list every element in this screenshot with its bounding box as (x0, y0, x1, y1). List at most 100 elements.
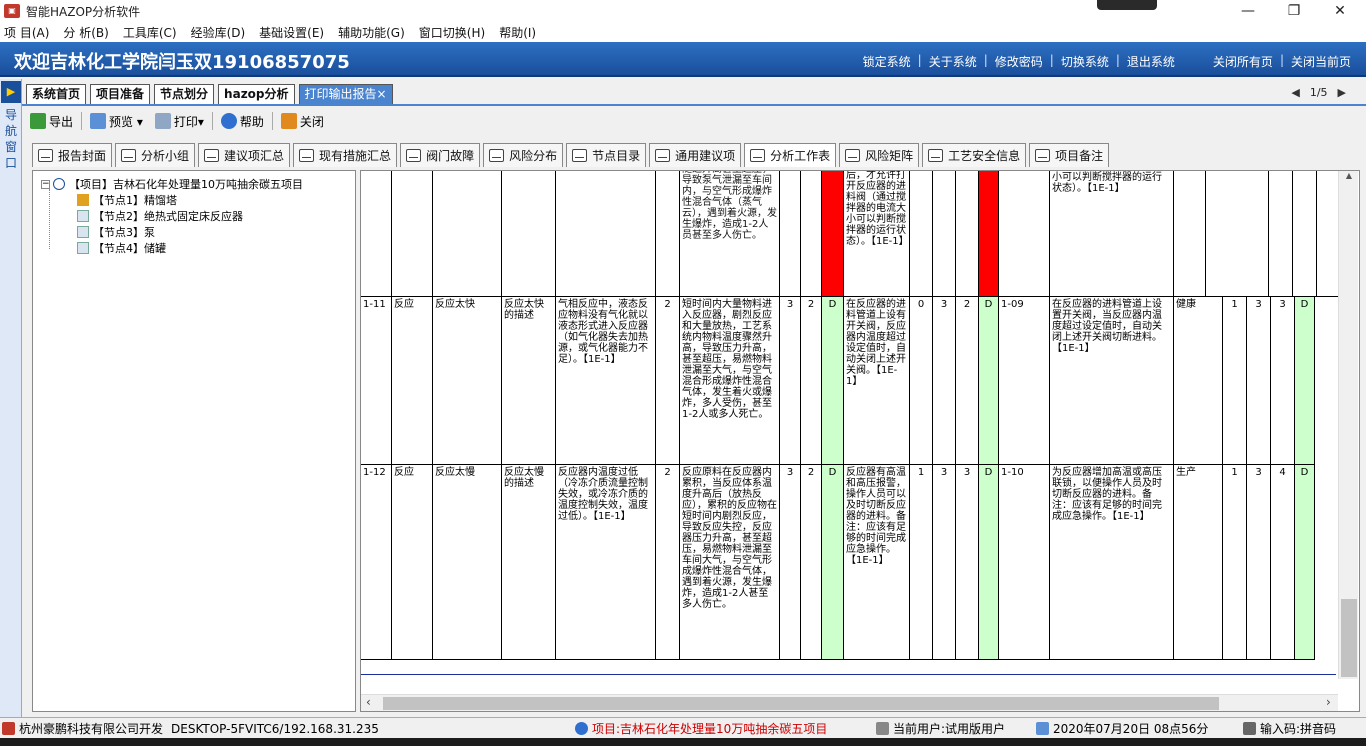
table-cell-consequence: 短时间内大量物料进入反应器，剧烈反应和大量放热，工艺系统内物料温度骤然升高，导致… (680, 297, 780, 465)
help-button[interactable]: 帮助 (217, 110, 268, 132)
close-window-button[interactable]: ✕ (1317, 0, 1363, 22)
table-cell-l: 2 (801, 465, 822, 660)
tab-analysis-team[interactable]: 分析小组 (115, 143, 196, 167)
tab-risk-matrix[interactable]: 风险矩阵 (839, 143, 920, 167)
report-toolbar: 导出 预览 ▾ 打印▾ 帮助 关闭 (26, 108, 332, 134)
table-cell-cat2: 生产 (1174, 465, 1223, 660)
menu-experience[interactable]: 经验库(D) (191, 24, 246, 41)
minimize-button[interactable]: — (1225, 0, 1271, 22)
keyboard-icon (1243, 722, 1256, 735)
vertical-scrollbar[interactable]: ▲ (1338, 171, 1358, 679)
menu-window[interactable]: 窗口切换(H) (419, 24, 485, 41)
print-icon (845, 149, 861, 162)
print-icon (38, 149, 53, 162)
nav-window-label: 导航窗口 (4, 108, 17, 170)
page-indicator: 1/5 (1309, 86, 1328, 99)
print-icon (204, 149, 220, 162)
tab-analysis-worksheet[interactable]: 分析工作表 (744, 143, 837, 167)
menu-tools[interactable]: 工具库(C) (123, 24, 177, 41)
tab-recommendations-summary[interactable]: 建议项汇总 (198, 143, 291, 167)
scroll-left-icon[interactable]: ‹ (366, 695, 371, 709)
tree-node-1[interactable]: 【节点1】精馏塔 (77, 192, 177, 208)
print-button[interactable]: 打印▾ (151, 110, 208, 132)
close-all-pages-link[interactable]: 关闭所有页 (1206, 53, 1280, 70)
risk-high-cell (822, 171, 844, 297)
table-cell-k3: 3 (1271, 297, 1295, 465)
tab-print-report[interactable]: 打印输出报告× (298, 84, 393, 105)
company-icon (2, 722, 15, 735)
table-cell-cat2: 健康 (1174, 297, 1223, 465)
scroll-up-icon[interactable]: ▲ (1339, 171, 1359, 187)
table-cell-r2: D (979, 465, 999, 660)
table-cell (910, 171, 933, 297)
lock-system-link[interactable]: 锁定系统 (856, 53, 918, 70)
tree-node-3[interactable]: 【节点3】泵 (77, 224, 155, 240)
table-cell-id: 1-12 (361, 465, 392, 660)
change-password-link[interactable]: 修改密码 (988, 53, 1050, 70)
table-cell-s: 3 (780, 465, 801, 660)
menu-analysis[interactable]: 分 析(B) (63, 24, 108, 41)
tab-process-safety-info[interactable]: 工艺安全信息 (922, 143, 1027, 167)
tab-risk-distribution[interactable]: 风险分布 (483, 143, 564, 167)
table-cell-cause: 气相反应中，液态反应物料没有气化就以液态形式进入反应器（如气化器失去加热源，或气… (556, 297, 656, 465)
menu-project[interactable]: 项 目(A) (4, 24, 49, 41)
exit-system-link[interactable]: 退出系统 (1120, 53, 1182, 70)
table-cell-ref: 1-10 (999, 465, 1050, 660)
menu-aux[interactable]: 辅助功能(G) (338, 24, 405, 41)
table-cell-rec: 为反应器增加高温或高压联锁，以便操作人员及时切断反应器的进料。备注：应该有足够的… (1050, 465, 1174, 660)
vertical-scroll-thumb[interactable] (1341, 599, 1357, 677)
tab-valve-failure[interactable]: 阀门故障 (400, 143, 481, 167)
preview-button[interactable]: 预览 ▾ (86, 110, 147, 132)
restore-button[interactable]: ❐ (1271, 0, 1317, 22)
horizontal-scrollbar[interactable]: ‹ › (361, 694, 1338, 711)
prev-page-icon[interactable]: ◀ (1291, 86, 1299, 99)
status-bar: 杭州豪鹏科技有限公司开发 DESKTOP-5FVITC6/192.168.31.2… (0, 717, 1366, 738)
table-cell (502, 171, 556, 297)
table-cell (780, 171, 801, 297)
tab-existing-measures[interactable]: 现有措施汇总 (293, 143, 398, 167)
about-link[interactable]: 关于系统 (922, 53, 984, 70)
table-cell-r: D (822, 465, 844, 660)
taskbar-strip (0, 738, 1366, 746)
tab-node-directory[interactable]: 节点目录 (566, 143, 647, 167)
table-cell-l2: 3 (933, 465, 956, 660)
print-icon (489, 149, 505, 162)
tab-project-notes[interactable]: 项目备注 (1029, 143, 1110, 167)
switch-system-link[interactable]: 切换系统 (1054, 53, 1116, 70)
report-section-tabs: 报告封面 分析小组 建议项汇总 现有措施汇总 阀门故障 风险分布 节点目录 通用… (32, 143, 1112, 167)
menu-help[interactable]: 帮助(I) (499, 24, 536, 41)
banner-links: 锁定系统 | 关于系统 | 修改密码 | 切换系统 | 退出系统 关闭所有页 | 关闭当前… (856, 53, 1358, 70)
table-cell-r: D (822, 297, 844, 465)
table-cell (556, 171, 656, 297)
tree-node-4[interactable]: 【节点4】储罐 (77, 240, 166, 256)
table-cell-deviation: 反应太慢 (433, 465, 502, 660)
node-edit-icon (77, 194, 89, 206)
scroll-right-icon[interactable]: › (1326, 695, 1331, 709)
tree-node-2[interactable]: 【节点2】绝热式固定床反应器 (77, 208, 243, 224)
tab-project-prep[interactable]: 项目准备 (90, 84, 151, 105)
tab-report-cover[interactable]: 报告封面 (32, 143, 113, 167)
expand-arrow-icon[interactable]: ▶ (1, 81, 21, 103)
table-cell-r2: D (979, 297, 999, 465)
tab-general-recommendations[interactable]: 通用建议项 (649, 143, 742, 167)
tree-root[interactable]: − 【项目】吉林石化年处理量10万吨抽余碳五项目 (41, 176, 303, 192)
collapse-icon[interactable]: − (41, 179, 50, 189)
page-tabs: 系统首页 项目准备 节点划分 hazop分析 打印输出报告× (26, 84, 397, 105)
table-cell-r3: D (1295, 465, 1315, 660)
next-page-icon[interactable]: ▶ (1338, 86, 1346, 99)
table-cell-id: 1-11 (361, 297, 392, 465)
tab-home[interactable]: 系统首页 (26, 84, 87, 105)
menu-settings[interactable]: 基础设置(E) (259, 24, 324, 41)
table-cell-safeguard: 在反应器的进料管道上设有开关阀，反应器内温度超过设定值时，自动关闭上述开关阀。【… (844, 297, 910, 465)
status-ime: 输入码:拼音码 (1243, 720, 1336, 737)
close-report-button[interactable]: 关闭 (277, 110, 328, 132)
tab-hazop-analysis[interactable]: hazop分析 (218, 84, 295, 105)
close-current-page-link[interactable]: 关闭当前页 (1284, 53, 1358, 70)
tab-node-division[interactable]: 节点划分 (154, 84, 215, 105)
print-icon (750, 149, 766, 162)
close-door-icon (280, 113, 297, 129)
nav-window-strip[interactable]: ▶ 导航窗口 (0, 79, 22, 717)
tab-pager: ◀ 1/5 ▶ (1281, 86, 1356, 99)
export-button[interactable]: 导出 (26, 110, 77, 132)
horizontal-scroll-thumb[interactable] (383, 697, 1219, 710)
